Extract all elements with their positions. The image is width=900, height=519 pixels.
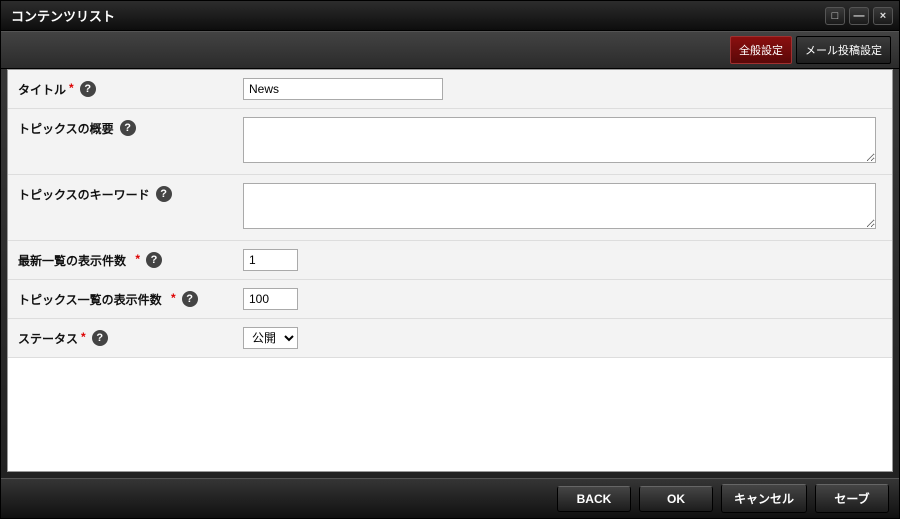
cancel-button[interactable]: キャンセル xyxy=(721,484,807,513)
app-window: コンテンツリスト □ — × 全般設定 メール投稿設定 タイトル* ? トピック… xyxy=(0,0,900,519)
status-select[interactable]: 公開 xyxy=(243,327,298,349)
required-mark: * xyxy=(135,252,140,266)
help-icon[interactable]: ? xyxy=(182,291,198,307)
label-status: ステータス* ? xyxy=(18,327,243,349)
label-topics-count: トピックス一覧の表示件数 * ? xyxy=(18,288,243,310)
help-icon[interactable]: ? xyxy=(120,120,136,136)
label-latest-count: 最新一覧の表示件数 * ? xyxy=(18,249,243,271)
close-icon[interactable]: × xyxy=(873,7,893,25)
row-status: ステータス* ? 公開 xyxy=(8,319,892,358)
form-content: タイトル* ? トピックスの概要 ? トピックスのキーワード ? xyxy=(7,69,893,472)
summary-textarea[interactable] xyxy=(243,117,876,163)
ok-button[interactable]: OK xyxy=(639,486,713,512)
keywords-textarea[interactable] xyxy=(243,183,876,229)
title-input[interactable] xyxy=(243,78,443,100)
required-mark: * xyxy=(171,291,176,305)
window-title: コンテンツリスト xyxy=(7,6,825,25)
row-keywords: トピックスのキーワード ? xyxy=(8,175,892,241)
tab-mail-post-settings[interactable]: メール投稿設定 xyxy=(796,36,891,64)
required-mark: * xyxy=(81,330,86,344)
back-button[interactable]: BACK xyxy=(557,486,631,512)
help-icon[interactable]: ? xyxy=(156,186,172,202)
row-title: タイトル* ? xyxy=(8,70,892,109)
maximize-icon[interactable]: □ xyxy=(825,7,845,25)
window-buttons: □ — × xyxy=(825,7,893,25)
label-summary: トピックスの概要 ? xyxy=(18,117,243,166)
row-latest-count: 最新一覧の表示件数 * ? xyxy=(8,241,892,280)
help-icon[interactable]: ? xyxy=(146,252,162,268)
titlebar: コンテンツリスト □ — × xyxy=(1,1,899,31)
help-icon[interactable]: ? xyxy=(80,81,96,97)
row-topics-count: トピックス一覧の表示件数 * ? xyxy=(8,280,892,319)
latest-count-input[interactable] xyxy=(243,249,298,271)
toolbar: 全般設定 メール投稿設定 xyxy=(1,31,899,69)
required-mark: * xyxy=(69,81,74,95)
topics-count-input[interactable] xyxy=(243,288,298,310)
row-summary: トピックスの概要 ? xyxy=(8,109,892,175)
minimize-icon[interactable]: — xyxy=(849,7,869,25)
label-keywords: トピックスのキーワード ? xyxy=(18,183,243,232)
tab-general-settings[interactable]: 全般設定 xyxy=(730,36,792,64)
save-button[interactable]: セーブ xyxy=(815,484,889,513)
label-title: タイトル* ? xyxy=(18,78,243,100)
footer: BACK OK キャンセル セーブ xyxy=(1,478,899,518)
help-icon[interactable]: ? xyxy=(92,330,108,346)
